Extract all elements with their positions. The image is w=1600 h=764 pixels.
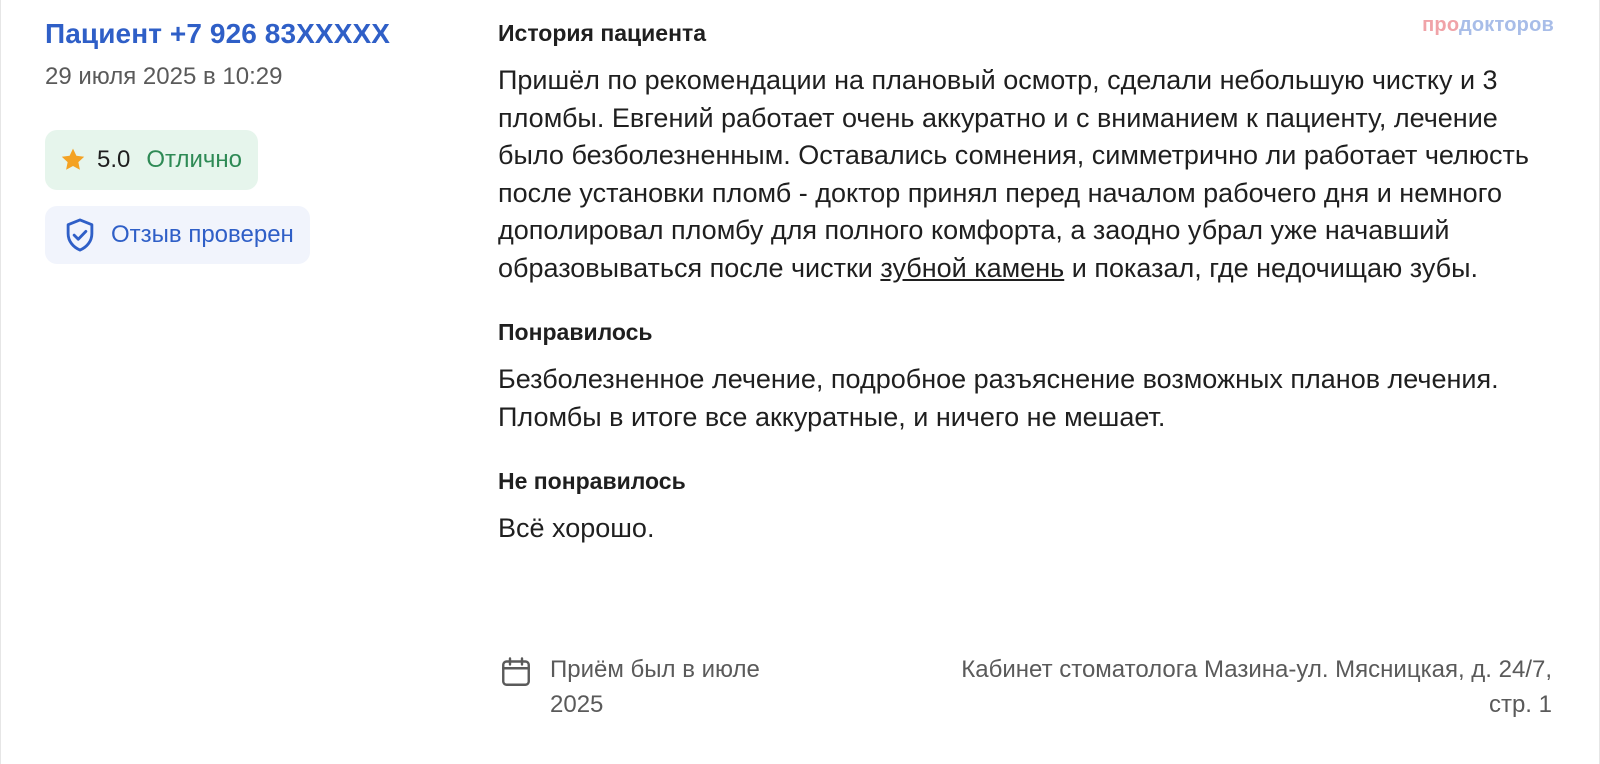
review-meta: Пациент +7 926 83XXXXX 29 июля 2025 в 10… <box>45 16 455 264</box>
section-liked-text: Безболезненное лечение, подробное разъяс… <box>498 364 1499 432</box>
visit-date: Приём был в июле 2025 <box>550 656 760 718</box>
star-icon <box>59 146 87 174</box>
section-liked: Понравилось Безболезненное лечение, подр… <box>498 317 1552 436</box>
section-liked-title: Понравилось <box>498 319 653 345</box>
rating-badge: 5.0 Отлично <box>45 130 259 190</box>
section-history-title: История пациента <box>498 20 707 46</box>
review-footer: Приём был в июле 2025 Кабинет стоматолог… <box>498 652 1552 732</box>
author-link[interactable]: Пациент +7 926 83XXXXX <box>45 16 390 52</box>
shield-check-icon <box>61 216 99 254</box>
section-history-text: Пришёл по рекомендации на плановый осмот… <box>498 62 1552 287</box>
review-card: Пациент +7 926 83XXXXX 29 июля 2025 в 10… <box>0 0 1600 764</box>
rating-label: Отлично <box>146 146 243 173</box>
section-disliked-title: Не понравилось <box>498 468 686 494</box>
section-disliked-text: Всё хорошо. <box>498 513 655 543</box>
verified-label: Отзыв проверен <box>111 221 294 248</box>
verified-badge[interactable]: Отзыв проверен <box>45 206 310 264</box>
card-border-left <box>0 0 1 764</box>
term-link[interactable]: зубной камень <box>880 253 1064 283</box>
section-history: История пациента Пришёл по рекомендации … <box>498 18 1552 287</box>
calendar-icon <box>498 654 534 690</box>
rating-value: 5.0 <box>97 146 131 173</box>
section-disliked: Не понравилось Всё хорошо. <box>498 466 1552 548</box>
history-text-part-1: Пришёл по рекомендации на плановый осмот… <box>498 65 1529 283</box>
history-text-part-2: и показал, где недочищаю зубы. <box>1064 252 1479 283</box>
clinic-address[interactable]: Кабинет стоматолога Мазина-ул. Мясницкая… <box>912 652 1552 722</box>
visit-info: Приём был в июле 2025 <box>498 652 810 722</box>
review-date: 29 июля 2025 в 10:29 <box>45 63 283 90</box>
review-body: История пациента Пришёл по рекомендации … <box>498 18 1552 548</box>
